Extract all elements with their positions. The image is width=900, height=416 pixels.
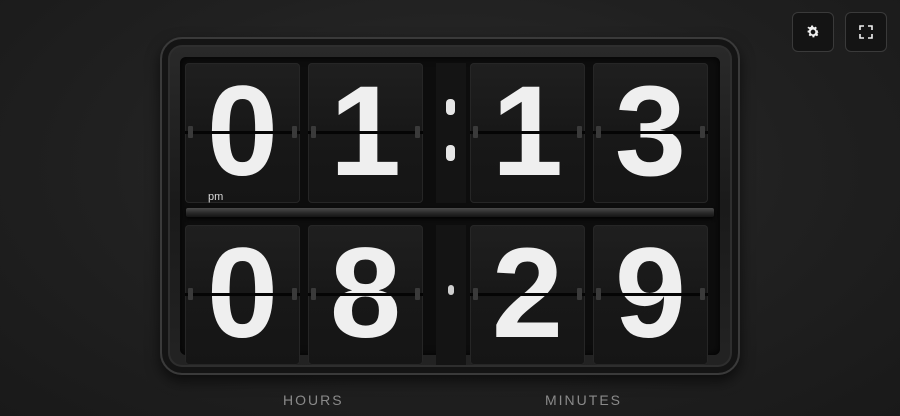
colon-dot	[448, 285, 454, 295]
flip-clock-app: 0 1 1 3 0 8 2 9 pm HOURS MINUTES	[0, 0, 900, 416]
hinge-pin	[473, 126, 478, 138]
minutes-digit-4: 9	[593, 225, 708, 365]
hinge-pin	[415, 288, 420, 300]
colon-dot	[446, 145, 455, 161]
hinge-pin	[292, 288, 297, 300]
minutes-row: 0 8 2 9	[180, 225, 720, 365]
colon-separator	[436, 63, 466, 203]
minutes-digit-2: 8	[308, 225, 423, 365]
hinge-pin	[415, 126, 420, 138]
hinge-pin	[188, 126, 193, 138]
clock-frame: 0 1 1 3 0 8 2 9 pm	[160, 37, 740, 375]
hinge-pin	[311, 126, 316, 138]
minutes-label: MINUTES	[545, 392, 622, 408]
gear-icon	[805, 24, 821, 40]
hinge-pin	[188, 288, 193, 300]
hinge	[470, 293, 585, 296]
hours-digit-1: 0	[185, 63, 300, 203]
hours-row: 0 1 1 3	[180, 63, 720, 203]
hours-label: HOURS	[283, 392, 344, 408]
hours-digit-2: 1	[308, 63, 423, 203]
fullscreen-icon	[859, 25, 873, 39]
hours-digit-3: 1	[470, 63, 585, 203]
hinge-pin	[700, 288, 705, 300]
fullscreen-button[interactable]	[845, 12, 887, 52]
clock-face: 0 1 1 3 0 8 2 9 pm	[180, 57, 720, 365]
hinge-pin	[292, 126, 297, 138]
hinge-pin	[473, 288, 478, 300]
minutes-digit-3: 2	[470, 225, 585, 365]
hinge-pin	[311, 288, 316, 300]
hinge	[308, 293, 423, 296]
minutes-digit-1: 0	[185, 225, 300, 365]
hinge-pin	[700, 126, 705, 138]
colon-separator	[436, 225, 466, 365]
hinge	[185, 131, 300, 134]
hours-digit-4: 3	[593, 63, 708, 203]
meridiem-label: pm	[208, 191, 224, 203]
hinge-pin	[596, 288, 601, 300]
hinge-pin	[577, 126, 582, 138]
hinge	[470, 131, 585, 134]
row-divider	[186, 208, 714, 217]
hinge	[593, 293, 708, 296]
hinge	[593, 131, 708, 134]
colon-dot	[446, 99, 455, 115]
hinge-pin	[596, 126, 601, 138]
hinge-pin	[577, 288, 582, 300]
hinge	[308, 131, 423, 134]
hinge	[185, 293, 300, 296]
settings-button[interactable]	[792, 12, 834, 52]
